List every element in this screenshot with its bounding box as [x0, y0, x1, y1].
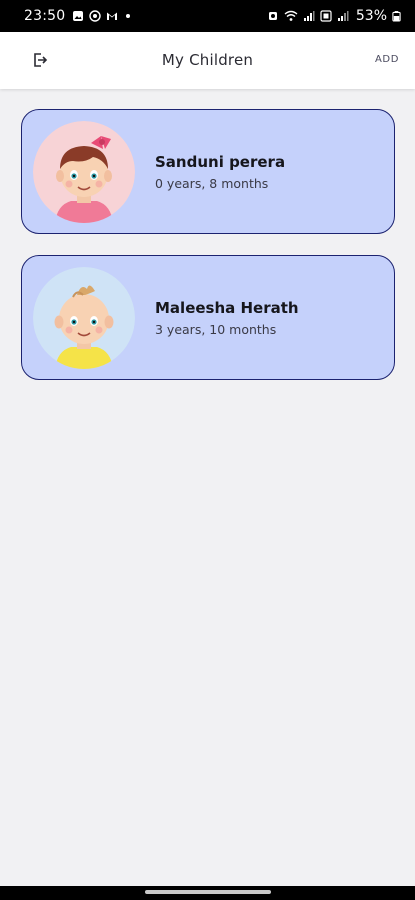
navigation-bar	[0, 886, 415, 900]
signal-1-icon	[303, 11, 315, 21]
page-title: My Children	[161, 51, 254, 69]
status-time: 23:50	[24, 8, 66, 24]
home-gesture-handle[interactable]	[145, 890, 271, 894]
baby-girl-avatar	[33, 121, 135, 223]
app-bar: My Children ADD	[0, 32, 415, 89]
child-name: Sanduni perera	[155, 153, 286, 171]
status-bar: 23:50 53%	[0, 0, 415, 32]
battery-icon	[392, 11, 401, 22]
child-card[interactable]: Maleesha Herath 3 years, 10 months	[21, 255, 395, 380]
child-card[interactable]: Sanduni perera 0 years, 8 months	[21, 109, 395, 234]
child-name: Maleesha Herath	[155, 299, 299, 317]
wifi-icon	[284, 10, 298, 21]
alarm-icon	[268, 12, 277, 20]
whatsapp-icon	[89, 10, 102, 22]
more-notifications-dot	[126, 14, 131, 18]
child-age: 3 years, 10 months	[155, 322, 277, 337]
children-list: Sanduni perera 0 years, 8 months Maleesh…	[21, 109, 395, 401]
baby-boy-avatar	[33, 267, 135, 369]
signal-2-icon	[337, 11, 349, 21]
volte-icon	[320, 10, 332, 22]
battery-percent: 53%	[355, 8, 387, 24]
child-age: 0 years, 8 months	[155, 176, 269, 191]
gallery-notification-icon	[73, 11, 84, 21]
gmail-icon	[107, 12, 118, 20]
add-child-button[interactable]: ADD	[375, 54, 399, 65]
